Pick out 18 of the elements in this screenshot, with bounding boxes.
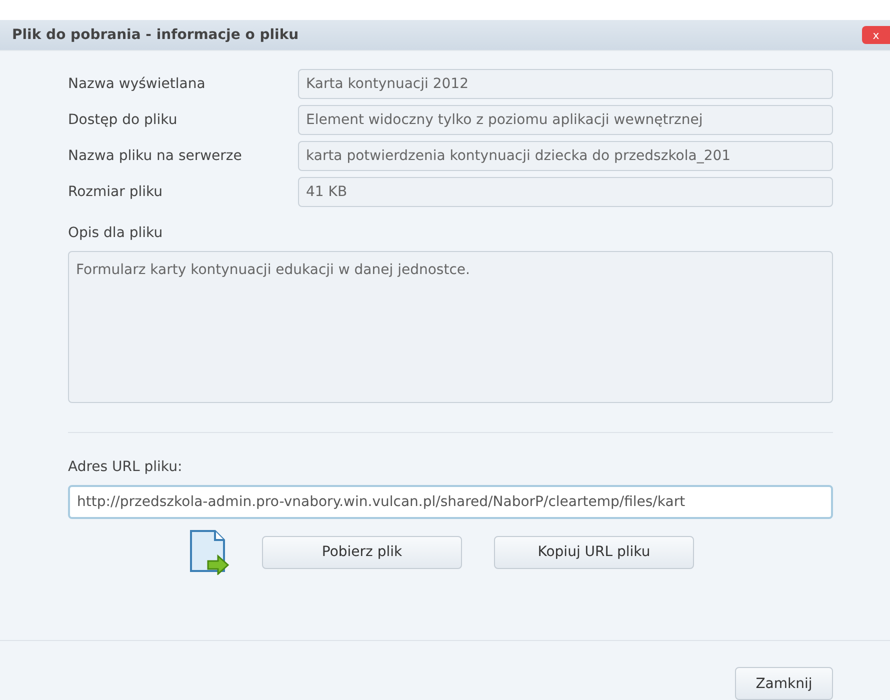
field-label: Adres URL pliku: bbox=[68, 459, 184, 475]
close-button[interactable]: Zamknij bbox=[735, 667, 833, 700]
field-label: Opis dla pliku bbox=[68, 225, 164, 241]
input-field[interactable]: karta potwierdzenia kontynuacji dziecka do przedszkola_201 bbox=[298, 141, 833, 171]
action-button[interactable]: Pobierz plik bbox=[262, 536, 462, 568]
field-label: Nazwa pliku na serwerze bbox=[68, 148, 243, 164]
input-field[interactable]: Element widoczny tylko z poziomu aplikacji wewnętrznej bbox=[298, 105, 833, 135]
input-field[interactable]: Karta kontynuacji 2012 bbox=[298, 69, 833, 99]
field-label: Rozmiar pliku bbox=[68, 184, 164, 200]
input-field[interactable]: 41 KB bbox=[298, 177, 833, 207]
close-button[interactable]: x bbox=[862, 26, 890, 44]
text-area[interactable]: Formularz karty kontynuacji edukacji w danej jednostce. bbox=[68, 251, 833, 403]
action-button[interactable]: Kopiuj URL pliku bbox=[494, 536, 694, 568]
field-label: Dostęp do pliku bbox=[68, 112, 178, 128]
file-download-icon bbox=[188, 529, 230, 575]
url-field[interactable]: http://przedszkola-admin.pro-vnabory.win.vulcan.pl/shared/NaborP/cleartemp/files/kart bbox=[68, 485, 833, 519]
window-title: Plik do pobrania - informacje o pliku bbox=[11, 27, 299, 43]
field-label: Nazwa wyświetlana bbox=[68, 76, 206, 92]
